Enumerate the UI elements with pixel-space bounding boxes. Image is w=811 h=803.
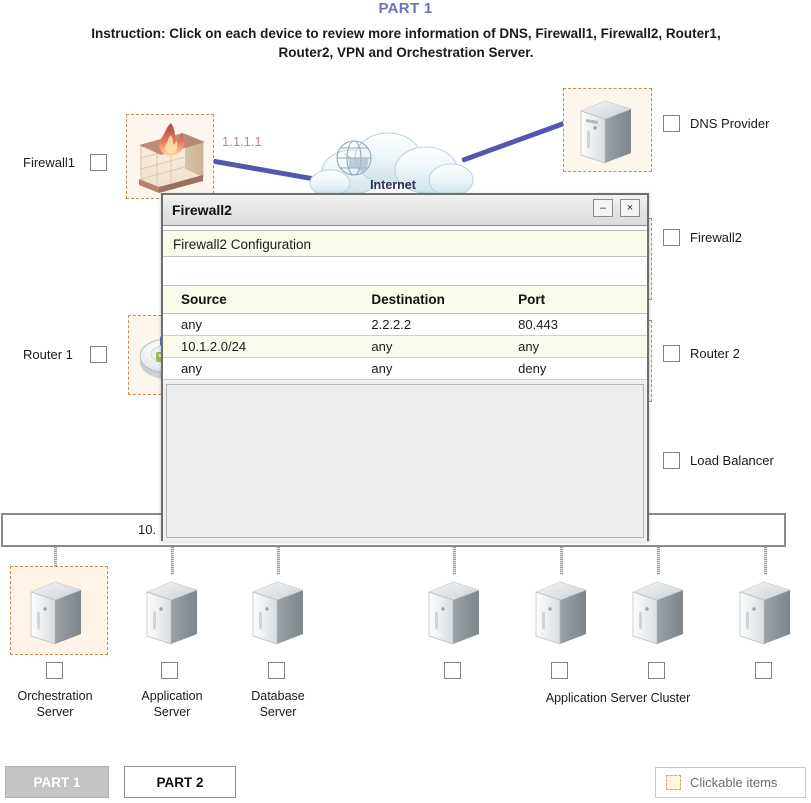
caption-line-1: Orchestration bbox=[17, 689, 93, 703]
drop-line bbox=[453, 547, 456, 575]
cell-source: any bbox=[163, 357, 354, 380]
cell-destination: any bbox=[353, 357, 501, 380]
cluster-server-icon[interactable] bbox=[734, 576, 796, 648]
dialog-empty-area bbox=[166, 384, 644, 538]
checkbox-load-balancer[interactable] bbox=[663, 452, 680, 469]
drop-line bbox=[171, 547, 174, 575]
checkbox-cluster-server-1[interactable] bbox=[444, 662, 461, 679]
column-header-destination: Destination bbox=[353, 286, 501, 314]
cell-port: 80.443 bbox=[500, 313, 647, 336]
caption-application-server: Application Server bbox=[117, 688, 227, 720]
caption-line-2: Server bbox=[153, 705, 191, 719]
caption-line-1: Application bbox=[141, 689, 203, 703]
column-header-source: Source bbox=[163, 286, 354, 314]
cluster-server-icon[interactable] bbox=[423, 576, 485, 648]
firewall1-icon[interactable] bbox=[131, 117, 209, 195]
legend-label: Clickable items bbox=[690, 775, 778, 790]
label-dns-provider: DNS Provider bbox=[690, 116, 770, 131]
drop-line bbox=[764, 547, 767, 575]
checkbox-router2[interactable] bbox=[663, 345, 680, 362]
cell-source: any bbox=[163, 313, 354, 336]
link-firewall1-internet bbox=[197, 156, 321, 183]
cell-source: 10.1.2.0/24 bbox=[163, 335, 354, 358]
column-header-port: Port bbox=[500, 286, 647, 314]
label-load-balancer: Load Balancer bbox=[690, 453, 774, 468]
page-title: PART 1 bbox=[378, 0, 433, 17]
cell-port: any bbox=[500, 335, 647, 358]
checkbox-database-server[interactable] bbox=[268, 662, 285, 679]
caption-orchestration-server: Orchestration Server bbox=[0, 688, 110, 720]
table-header-row: Source Destination Port bbox=[163, 286, 647, 314]
dns-provider-icon[interactable] bbox=[575, 95, 637, 167]
cell-destination: 2.2.2.2 bbox=[353, 313, 501, 336]
dialog-window-controls: – × bbox=[593, 199, 640, 217]
close-icon[interactable]: × bbox=[620, 199, 640, 217]
drop-line bbox=[560, 547, 563, 575]
label-firewall1: Firewall1 bbox=[23, 155, 76, 170]
database-server-icon[interactable] bbox=[247, 576, 309, 648]
checkbox-cluster-server-4[interactable] bbox=[755, 662, 772, 679]
configuration-spacer bbox=[163, 257, 647, 286]
cluster-server-icon[interactable] bbox=[627, 576, 689, 648]
checkbox-dns-provider[interactable] bbox=[663, 115, 680, 132]
caption-line-2: Server bbox=[259, 705, 297, 719]
instruction-text: Instruction: Click on each device to rev… bbox=[91, 26, 721, 60]
label-firewall2: Firewall2 bbox=[690, 230, 743, 245]
drop-line bbox=[657, 547, 660, 575]
table-row: any 2.2.2.2 80.443 bbox=[163, 313, 647, 336]
firewall1-ip-label: 1.1.1.1 bbox=[222, 134, 262, 149]
internet-label: Internet bbox=[370, 178, 416, 192]
network-diagram-page: PART 1 Instruction: Click on each device… bbox=[0, 0, 811, 803]
table-row: 10.1.2.0/24 any any bbox=[163, 335, 647, 358]
dialog-title: Firewall2 bbox=[172, 202, 232, 218]
caption-database-server: Database Server bbox=[223, 688, 333, 720]
link-internet-dns bbox=[461, 115, 580, 163]
label-router1: Router 1 bbox=[23, 347, 73, 362]
checkbox-firewall1[interactable] bbox=[90, 154, 107, 171]
checkbox-cluster-server-3[interactable] bbox=[648, 662, 665, 679]
dialog-body: Firewall2 Configuration Source Destinati… bbox=[163, 226, 647, 542]
minimize-icon[interactable]: – bbox=[593, 199, 613, 217]
clickable-swatch-icon bbox=[666, 775, 681, 790]
firewall-rules-table: Source Destination Port any 2.2.2.2 80.4… bbox=[163, 286, 647, 380]
cell-port: deny bbox=[500, 357, 647, 380]
table-row: any any deny bbox=[163, 357, 647, 380]
caption-application-server-cluster: Application Server Cluster bbox=[545, 691, 691, 705]
firewall2-dialog[interactable]: Firewall2 – × Firewall2 Configuration So… bbox=[161, 193, 649, 542]
label-router2: Router 2 bbox=[690, 346, 740, 361]
part2-button[interactable]: PART 2 bbox=[124, 766, 236, 798]
checkbox-cluster-server-2[interactable] bbox=[551, 662, 568, 679]
orchestration-server-icon[interactable] bbox=[25, 576, 87, 648]
caption-line-1: Database bbox=[251, 689, 305, 703]
clickable-items-legend: Clickable items bbox=[655, 767, 806, 798]
configuration-heading: Firewall2 Configuration bbox=[163, 231, 647, 257]
checkbox-orchestration-server[interactable] bbox=[46, 662, 63, 679]
application-server-icon[interactable] bbox=[141, 576, 203, 648]
lan-subnet-label: 10. bbox=[138, 522, 157, 537]
checkbox-application-server[interactable] bbox=[161, 662, 178, 679]
drop-line bbox=[277, 547, 280, 575]
checkbox-router1[interactable] bbox=[90, 346, 107, 363]
dialog-titlebar[interactable]: Firewall2 – × bbox=[163, 195, 647, 226]
cluster-server-icon[interactable] bbox=[530, 576, 592, 648]
checkbox-firewall2[interactable] bbox=[663, 229, 680, 246]
caption-line-2: Server bbox=[36, 705, 74, 719]
cell-destination: any bbox=[353, 335, 501, 358]
part1-button[interactable]: PART 1 bbox=[5, 766, 109, 798]
